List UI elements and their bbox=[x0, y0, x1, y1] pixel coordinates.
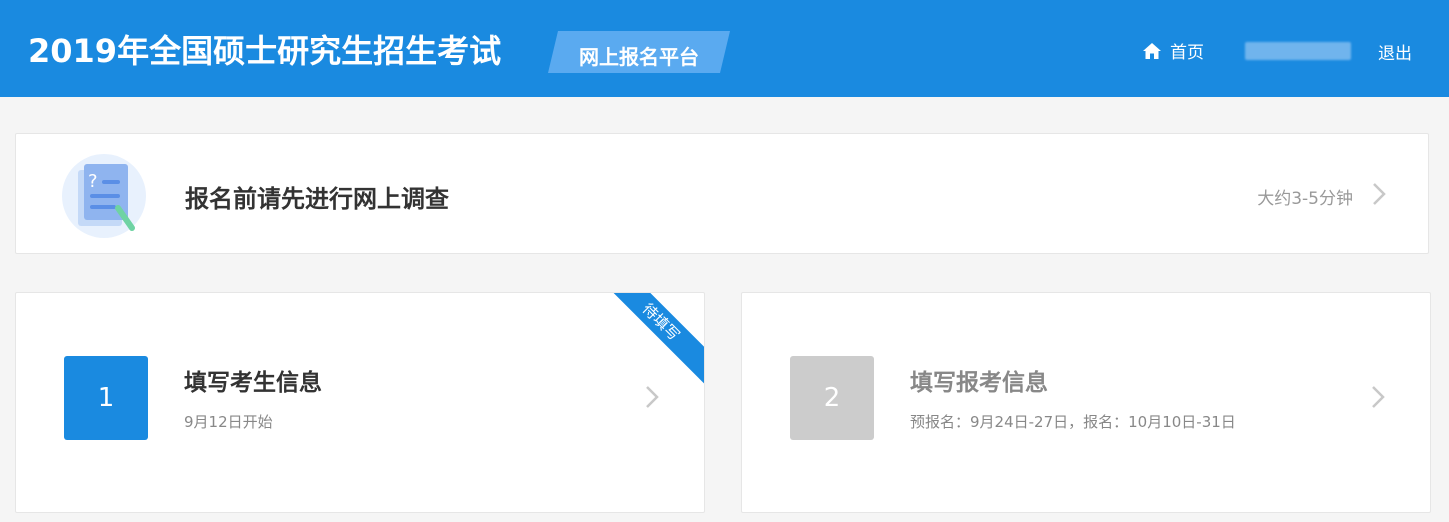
step-subtitle: 预报名：9月24日-27日，报名：10月10日-31日 bbox=[910, 413, 1236, 431]
survey-document-icon: ? bbox=[62, 154, 146, 238]
step-title: 填写考生信息 bbox=[184, 370, 322, 396]
survey-card[interactable]: ? 报名前请先进行网上调查 大约3-5分钟 bbox=[15, 133, 1429, 254]
status-ribbon: 待填写 bbox=[598, 293, 704, 385]
step-card-fill-application-info[interactable]: 2 填写报考信息 预报名：9月24日-27日，报名：10月10日-31日 bbox=[741, 292, 1431, 513]
survey-title: 报名前请先进行网上调查 bbox=[185, 185, 449, 213]
site-title: 2019年全国硕士研究生招生考试 bbox=[28, 32, 502, 70]
step-subtitle: 9月12日开始 bbox=[184, 413, 273, 431]
platform-badge: 网上报名平台 bbox=[548, 31, 730, 73]
nav-home-link[interactable]: 首页 bbox=[1142, 38, 1204, 63]
home-icon bbox=[1143, 42, 1161, 59]
user-name-redacted bbox=[1245, 42, 1351, 60]
nav-home-label: 首页 bbox=[1170, 43, 1204, 63]
step-card-fill-examinee-info[interactable]: 1 填写考生信息 9月12日开始 待填写 bbox=[15, 292, 705, 513]
step-title: 填写报考信息 bbox=[910, 370, 1048, 396]
chevron-right-icon bbox=[1373, 183, 1386, 205]
svg-text:?: ? bbox=[88, 171, 98, 192]
survey-duration: 大约3-5分钟 bbox=[1257, 189, 1353, 209]
step-number-badge: 1 bbox=[64, 356, 148, 440]
top-header: 2019年全国硕士研究生招生考试 网上报名平台 首页 退出 bbox=[0, 0, 1449, 97]
logout-link[interactable]: 退出 bbox=[1378, 39, 1412, 64]
chevron-right-icon bbox=[646, 386, 659, 408]
step-number-badge: 2 bbox=[790, 356, 874, 440]
platform-label: 网上报名平台 bbox=[579, 45, 699, 69]
chevron-right-icon bbox=[1372, 386, 1385, 408]
